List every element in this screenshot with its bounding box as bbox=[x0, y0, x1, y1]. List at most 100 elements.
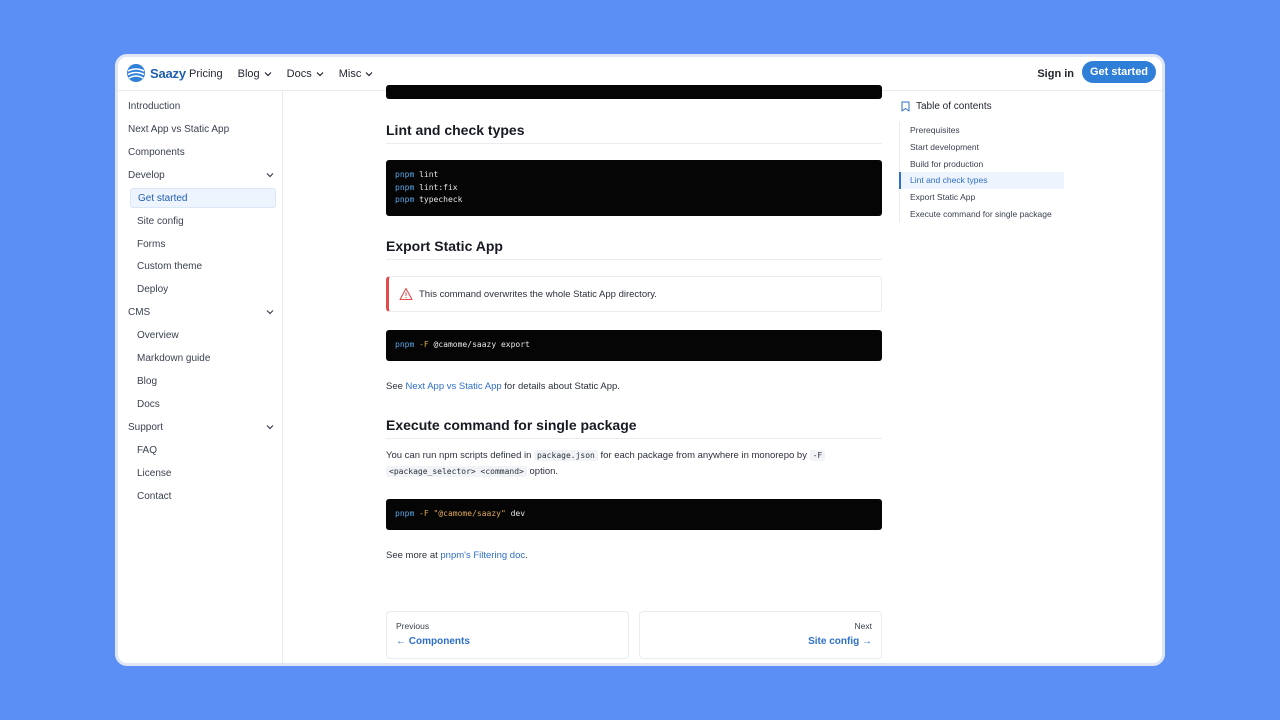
get-started-button[interactable]: Get started bbox=[1082, 61, 1156, 83]
toc-item-lint-check[interactable]: Lint and check types bbox=[899, 172, 1064, 189]
toc-heading: Table of contents bbox=[901, 101, 992, 112]
previous-page-card[interactable]: Previous ← Components bbox=[386, 611, 629, 659]
heading-export-static: Export Static App bbox=[386, 238, 882, 260]
para-text: for each package from anywhere in monore… bbox=[597, 450, 810, 461]
code-block-export[interactable]: pnpm -F @camome/saazy export bbox=[386, 330, 882, 361]
code-args: @camome/saazy export bbox=[428, 340, 530, 350]
nav-misc[interactable]: Misc bbox=[339, 68, 374, 80]
sidebar-item-introduction[interactable]: Introduction bbox=[128, 96, 276, 116]
sidebar-item-blog[interactable]: Blog bbox=[130, 371, 276, 391]
inline-code-flag: -F bbox=[809, 450, 826, 461]
sidebar-item-markdown-guide[interactable]: Markdown guide bbox=[130, 348, 276, 368]
sidebar-section-support[interactable]: Support bbox=[128, 417, 276, 437]
sidebar-section-label: Support bbox=[128, 421, 164, 433]
sidebar-item-label: Components bbox=[128, 146, 185, 158]
sidebar-item-deploy[interactable]: Deploy bbox=[130, 279, 276, 299]
code-flag: -F bbox=[414, 509, 429, 519]
sidebar-item-label: Site config bbox=[137, 215, 184, 227]
pnpm-filtering-link[interactable]: pnpm's Filtering doc bbox=[440, 550, 525, 561]
sidebar-item-label: Contact bbox=[137, 490, 172, 502]
browser-window: Saazy Pricing Blog Docs Misc Sign in Get… bbox=[115, 54, 1165, 666]
nav-docs[interactable]: Docs bbox=[287, 68, 324, 80]
sidebar-item-site-config[interactable]: Site config bbox=[130, 211, 276, 231]
brand-logo[interactable]: Saazy bbox=[126, 63, 186, 83]
para-text: option. bbox=[526, 466, 559, 477]
sidebar-item-label: Deploy bbox=[137, 283, 169, 295]
see-more-paragraph: See more at pnpm's Filtering doc. bbox=[386, 548, 882, 564]
sidebar-item-docs[interactable]: Docs bbox=[130, 394, 276, 414]
docs-sidebar: Introduction Next App vs Static App Comp… bbox=[118, 91, 283, 663]
code-line: pnpm -F @camome/saazy export bbox=[395, 339, 530, 352]
toc-title: Table of contents bbox=[916, 101, 992, 112]
code-flag: -F bbox=[414, 340, 429, 350]
code-command: pnpm bbox=[395, 195, 415, 204]
code-string: "@camome/saazy" bbox=[428, 509, 506, 519]
brand-name: Saazy bbox=[150, 65, 186, 81]
inline-code-selector: <package_selector> <command> bbox=[386, 466, 527, 477]
toc-item-prerequisites[interactable]: Prerequisites bbox=[900, 122, 1064, 139]
warning-icon bbox=[399, 287, 413, 301]
code-block-lint[interactable]: pnpm lint pnpm lint:fix pnpm typecheck bbox=[386, 160, 882, 216]
code-args: lint:fix bbox=[414, 182, 458, 192]
toc-item-execute-command[interactable]: Execute command for single package bbox=[900, 205, 1064, 222]
sidebar-item-label: Next App vs Static App bbox=[128, 123, 230, 135]
sidebar-item-next-vs-static[interactable]: Next App vs Static App bbox=[128, 119, 276, 139]
next-page-card[interactable]: Next Site config → bbox=[639, 611, 882, 659]
code-command: pnpm bbox=[395, 509, 415, 519]
toc-list: Prerequisites Start development Build fo… bbox=[899, 122, 1064, 223]
sidebar-section-develop[interactable]: Develop bbox=[128, 165, 276, 185]
para-text: See more at bbox=[386, 550, 441, 561]
inline-code-package-json: package.json bbox=[534, 450, 598, 461]
sidebar-item-components[interactable]: Components bbox=[128, 142, 276, 162]
sidebar-section-label: CMS bbox=[128, 306, 151, 318]
chevron-down-icon bbox=[266, 425, 274, 430]
toc-item-build-production[interactable]: Build for production bbox=[900, 155, 1064, 172]
saazy-logo-icon bbox=[127, 64, 145, 82]
code-block-filter[interactable]: pnpm -F "@camome/saazy" dev bbox=[386, 499, 882, 530]
sidebar-item-license[interactable]: License bbox=[130, 463, 276, 483]
export-see-paragraph: See Next App vs Static App for details a… bbox=[386, 379, 882, 395]
execute-paragraph: You can run npm scripts defined in packa… bbox=[386, 448, 882, 480]
table-of-contents: Table of contents Prerequisites Start de… bbox=[899, 91, 1069, 663]
sidebar-item-label: FAQ bbox=[137, 444, 158, 456]
toc-item-start-development[interactable]: Start development bbox=[900, 139, 1064, 156]
sidebar-item-label: Blog bbox=[137, 375, 158, 387]
nav-blog[interactable]: Blog bbox=[238, 68, 272, 80]
nav-pricing[interactable]: Pricing bbox=[189, 68, 223, 80]
chevron-down-icon bbox=[365, 72, 373, 77]
sidebar-item-overview[interactable]: Overview bbox=[130, 325, 276, 345]
sidebar-item-custom-theme[interactable]: Custom theme bbox=[130, 256, 276, 276]
sidebar-item-faq[interactable]: FAQ bbox=[130, 440, 276, 460]
sidebar-item-label: Overview bbox=[137, 329, 179, 341]
code-line: pnpm lint bbox=[395, 169, 873, 182]
code-line: pnpm typecheck bbox=[395, 194, 873, 207]
main-nav: Pricing Blog Docs Misc bbox=[189, 57, 388, 91]
sign-in-link[interactable]: Sign in bbox=[1037, 68, 1074, 80]
nav-blog-label: Blog bbox=[237, 68, 260, 80]
pager-title: Site config → bbox=[808, 636, 872, 647]
sidebar-item-contact[interactable]: Contact bbox=[130, 486, 276, 506]
sidebar-section-cms[interactable]: CMS bbox=[128, 302, 276, 322]
sidebar-item-get-started[interactable]: Get started bbox=[130, 188, 276, 208]
sidebar-item-label: Custom theme bbox=[137, 260, 203, 272]
code-line: pnpm lint:fix bbox=[395, 182, 873, 195]
heading-execute-command: Execute command for single package bbox=[386, 417, 882, 439]
sidebar-item-label: Forms bbox=[137, 238, 166, 250]
chevron-down-icon bbox=[316, 72, 324, 77]
next-vs-static-link[interactable]: Next App vs Static App bbox=[406, 381, 502, 392]
nav-pricing-label: Pricing bbox=[189, 68, 223, 80]
toc-item-export-static[interactable]: Export Static App bbox=[900, 189, 1064, 206]
code-args: dev bbox=[505, 509, 526, 519]
sidebar-item-label: Docs bbox=[137, 398, 160, 410]
sidebar-item-forms[interactable]: Forms bbox=[130, 234, 276, 254]
para-text: for details about Static App. bbox=[501, 381, 620, 392]
sidebar-section-label: Develop bbox=[128, 169, 165, 181]
code-args: typecheck bbox=[414, 195, 463, 204]
code-block-previous bbox=[386, 85, 882, 99]
para-text: See bbox=[386, 381, 406, 392]
sidebar-item-label: License bbox=[137, 467, 172, 479]
code-command: pnpm bbox=[395, 340, 415, 350]
chevron-down-icon bbox=[264, 72, 272, 77]
chevron-down-icon bbox=[266, 173, 274, 178]
bookmark-icon bbox=[901, 101, 910, 112]
